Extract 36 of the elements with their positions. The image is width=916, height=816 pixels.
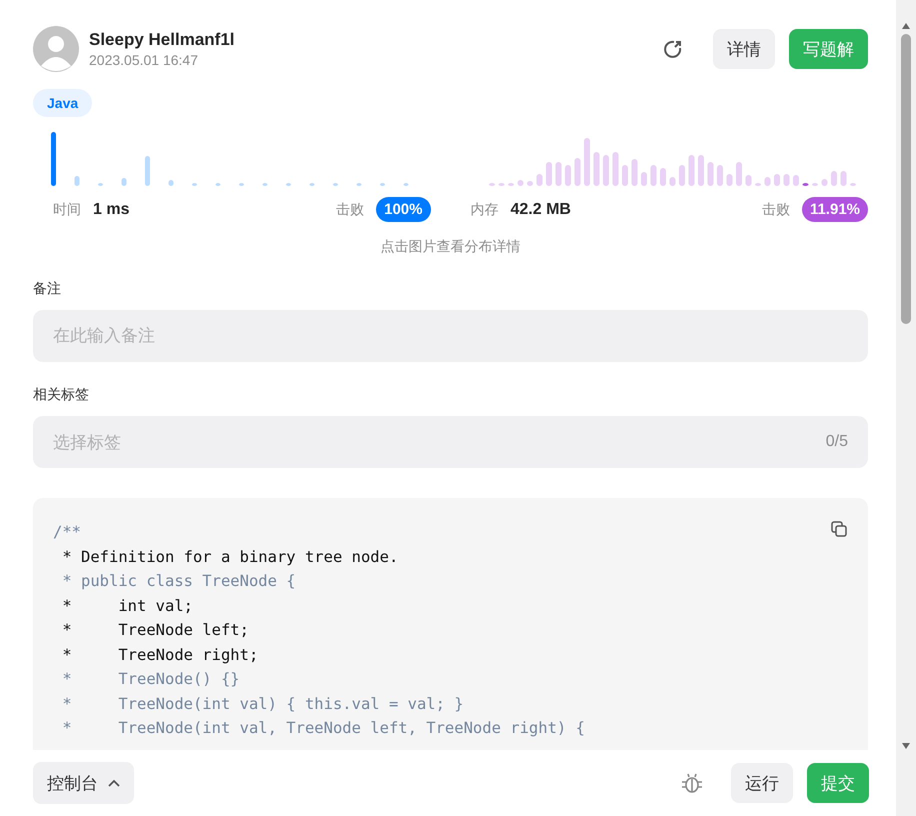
- scroll-down-icon[interactable]: [901, 742, 911, 750]
- code-line: * TreeNode right;: [61, 644, 258, 666]
- code-line: * int val;: [61, 596, 193, 616]
- code-line: * TreeNode left;: [61, 620, 249, 641]
- code-line: /**: [53, 522, 81, 543]
- field-label: 相关标签: [33, 386, 90, 404]
- stat-value: 1 ms: [93, 200, 130, 218]
- footer-button[interactable]: 运行: [731, 763, 793, 803]
- bug-icon[interactable]: [681, 772, 703, 794]
- console-button[interactable]: 控制台: [33, 762, 134, 804]
- field-label: 备注: [33, 280, 62, 298]
- code-line: * TreeNode() {}: [61, 669, 240, 690]
- stat-label: 内存: [470, 200, 498, 218]
- timestamp: 2023.05.01 16:47: [89, 52, 199, 68]
- beats-badge: 100%: [376, 197, 430, 222]
- chart-hint: 点击图片查看分布详情: [380, 238, 522, 256]
- code-line: * TreeNode(int val) { this.val = val; }: [61, 694, 464, 714]
- beats-badge: 11.91%: [802, 197, 868, 222]
- avatar: [33, 26, 79, 72]
- header-button[interactable]: 详情: [713, 29, 775, 69]
- scrollbar-thumb[interactable]: [901, 34, 911, 324]
- stat-label: 时间: [53, 200, 81, 218]
- code-line: * public class TreeNode {: [61, 571, 296, 592]
- code-line: * Definition for a binary tree node.: [61, 546, 398, 568]
- code-line: * TreeNode(int val, TreeNode left, TreeNode right) {: [61, 718, 585, 739]
- share-icon[interactable]: [663, 39, 683, 59]
- user-name[interactable]: Sleepy Hellmanf1l: [89, 30, 235, 50]
- copy-icon[interactable]: [830, 520, 848, 538]
- note-field[interactable]: 在此输入备注: [33, 310, 868, 362]
- language-tag: Java: [33, 89, 92, 117]
- chevron-up-icon: [108, 779, 120, 787]
- scrollbar[interactable]: [896, 0, 916, 816]
- beats-label: 击败: [336, 200, 364, 218]
- scroll-up-icon[interactable]: [901, 22, 911, 30]
- beats-label: 击败: [762, 200, 790, 218]
- stat-value: 42.2 MB: [510, 200, 571, 218]
